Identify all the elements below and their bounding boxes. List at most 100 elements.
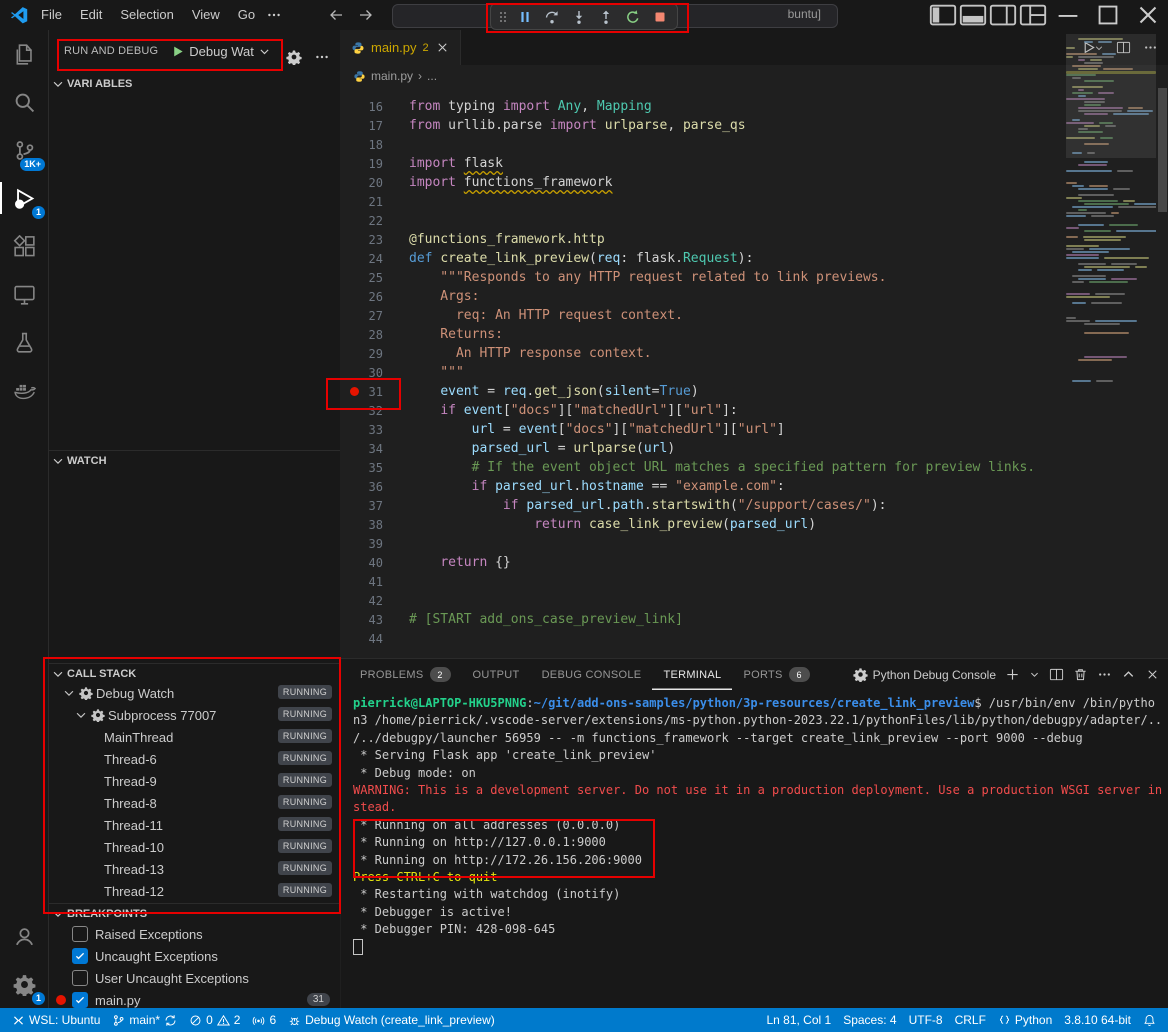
line-number[interactable]: 42 [341,594,383,608]
debug-config-dropdown[interactable]: Debug Wat [170,44,271,59]
line-number[interactable]: 29 [341,347,383,361]
status-indentation[interactable]: Spaces: 4 [837,1008,902,1032]
line-number[interactable]: 30 [341,366,383,380]
status-remote-indicator[interactable]: WSL: Ubuntu [6,1008,106,1032]
kill-terminal-icon[interactable] [1073,667,1088,682]
line-number[interactable]: 43 [341,613,383,627]
call-stack-item-thread-6[interactable]: Thread-6RUNNING [48,748,340,770]
minimize-button[interactable] [1048,0,1088,30]
activity-item-search[interactable] [0,78,48,126]
breadcrumb[interactable]: main.py › ... [353,65,437,87]
menu-more-icon[interactable] [266,7,282,23]
code-line-35[interactable]: 35 # If the event object URL matches a s… [341,458,1065,477]
line-number[interactable]: 28 [341,328,383,342]
code-line-18[interactable]: 18 [341,135,1065,154]
breadcrumb-more[interactable]: ... [427,69,437,83]
stop-button[interactable] [647,6,673,28]
code-line-22[interactable]: 22 [341,211,1065,230]
panel-tab-output[interactable]: OUTPUT [462,659,531,690]
maximize-button[interactable] [1088,0,1128,30]
pause-button[interactable] [512,6,538,28]
grip-dots-icon[interactable] [495,9,511,25]
code-line-19[interactable]: 19import flask [341,154,1065,173]
minimap-slider[interactable] [1066,34,1156,158]
customize-layout-icon[interactable] [1018,0,1048,30]
status-debug-session[interactable]: Debug Watch (create_link_preview) [282,1008,501,1032]
breakpoint-item-main.py[interactable]: main.py31 [48,989,340,1008]
menu-item-go[interactable]: Go [229,0,264,30]
call-stack-item-thread-8[interactable]: Thread-8RUNNING [48,792,340,814]
line-number[interactable]: 40 [341,556,383,570]
code-line-25[interactable]: 25 """Responds to any HTTP request relat… [341,268,1065,287]
code-line-20[interactable]: 20import functions_framework [341,173,1065,192]
status-python-interpreter[interactable]: 3.8.10 64-bit [1058,1008,1137,1032]
code-line-28[interactable]: 28 Returns: [341,325,1065,344]
line-number[interactable]: 39 [341,537,383,551]
restart-button[interactable] [620,6,646,28]
status-problems[interactable]: 02 [183,1008,246,1032]
code-line-34[interactable]: 34 parsed_url = urlparse(url) [341,439,1065,458]
status-git-branch[interactable]: main* [106,1008,183,1032]
activity-item-settings[interactable]: 1 [0,960,48,1008]
debug-settings-gear-icon[interactable] [286,49,302,65]
activity-item-run-and-debug[interactable]: 1 [0,174,48,222]
code-line-44[interactable]: 44 [341,629,1065,648]
menu-item-view[interactable]: View [183,0,229,30]
line-number[interactable]: 24 [341,252,383,266]
code-line-17[interactable]: 17from urllib.parse import urlparse, par… [341,116,1065,135]
code-line-43[interactable]: 43# [START add_ons_case_preview_link] [341,610,1065,629]
code-line-27[interactable]: 27 req: An HTTP request context. [341,306,1065,325]
step-over-button[interactable] [539,6,565,28]
step-out-button[interactable] [593,6,619,28]
line-number[interactable]: 26 [341,290,383,304]
toggle-panel-bottom-icon[interactable] [958,0,988,30]
code-line-24[interactable]: 24def create_link_preview(req: flask.Req… [341,249,1065,268]
status-eol[interactable]: CRLF [949,1008,992,1032]
line-number[interactable]: 21 [341,195,383,209]
line-number[interactable]: 41 [341,575,383,589]
line-number[interactable]: 36 [341,480,383,494]
code-line-26[interactable]: 26 Args: [341,287,1065,306]
section-variables[interactable]: VARI ABLES [48,74,340,93]
line-number[interactable]: 16 [341,100,383,114]
breakpoint-item-user-uncaught-exceptions[interactable]: User Uncaught Exceptions [48,967,340,989]
section-breakpoints[interactable]: BREAKPOINTS [48,903,340,923]
terminal-instance[interactable]: Python Debug Console [853,667,996,682]
menu-item-edit[interactable]: Edit [71,0,111,30]
line-number[interactable]: 19 [341,157,383,171]
line-number[interactable]: 32 [341,404,383,418]
tab-main-py[interactable]: main.py 2 [341,30,461,65]
code-line-33[interactable]: 33 url = event["docs"]["matchedUrl"]["ur… [341,420,1065,439]
code-line-42[interactable]: 42 [341,591,1065,610]
breakpoint-checkbox[interactable] [72,992,88,1008]
scrollbar-thumb[interactable] [1158,88,1167,212]
breakpoint-dot-icon[interactable] [350,387,359,396]
new-terminal-icon[interactable] [1005,667,1020,682]
code-line-36[interactable]: 36 if parsed_url.hostname == "example.co… [341,477,1065,496]
call-stack-item-thread-13[interactable]: Thread-13RUNNING [48,858,340,880]
line-number[interactable]: 18 [341,138,383,152]
toggle-panel-left-icon[interactable] [928,0,958,30]
section-watch[interactable]: WATCH [48,450,340,470]
breakpoint-item-uncaught-exceptions[interactable]: Uncaught Exceptions [48,945,340,967]
code-line-21[interactable]: 21 [341,192,1065,211]
activity-item-extensions[interactable] [0,222,48,270]
panel-more-icon[interactable] [1097,667,1112,682]
panel-tab-ports[interactable]: PORTS6 [732,659,820,690]
panel-tab-terminal[interactable]: TERMINAL [652,659,732,690]
line-number[interactable]: 34 [341,442,383,456]
code-line-40[interactable]: 40 return {} [341,553,1065,572]
back-arrow-icon[interactable] [328,7,344,23]
breakpoint-checkbox[interactable] [72,926,88,942]
forward-arrow-icon[interactable] [358,7,374,23]
breakpoint-item-raised-exceptions[interactable]: Raised Exceptions [48,923,340,945]
activity-item-accounts[interactable] [0,912,48,960]
close-window-button[interactable] [1128,0,1168,30]
step-into-button[interactable] [566,6,592,28]
split-terminal-icon[interactable] [1049,667,1064,682]
status-forwarded-ports[interactable]: 6 [246,1008,282,1032]
start-debug-icon[interactable] [170,44,185,59]
breadcrumb-file[interactable]: main.py [371,69,413,83]
code-line-32[interactable]: 32 if event["docs"]["matchedUrl"]["url"]… [341,401,1065,420]
code-line-38[interactable]: 38 return case_link_preview(parsed_url) [341,515,1065,534]
